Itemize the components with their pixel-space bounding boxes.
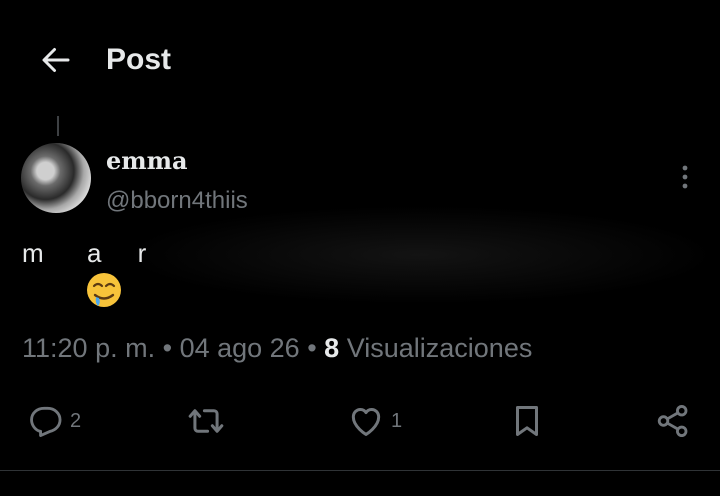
repost-icon [188,409,224,433]
action-bar: 2 1 [0,395,720,449]
like-icon [351,407,381,436]
author-name[interactable]: emma [106,146,188,175]
post-text: m a r [22,238,147,268]
header: Post [0,0,720,120]
back-arrow-icon [42,48,70,72]
more-vertical-icon [682,165,688,189]
share-button[interactable] [654,402,692,440]
reply-count: 2 [70,409,82,432]
reply-icon [30,406,62,437]
page-title: Post [106,43,172,76]
bookmark-button[interactable] [508,402,546,440]
views-label: Visualizaciones [346,333,533,363]
share-icon [657,405,688,437]
thread-line [57,116,59,136]
divider [0,470,720,471]
bookmark-icon [515,406,539,436]
post-date[interactable]: 04 ago 26 [180,333,300,363]
meta-separator: • [162,333,173,363]
meta-separator: • [307,333,317,363]
avatar[interactable] [21,143,91,213]
post-meta: 11:20 p. m. • 04 ago 26 • 8 Visualizacio… [22,333,532,364]
like-count: 1 [391,409,403,432]
drooling-face-icon [87,273,121,307]
views-count: 8 [324,333,340,363]
more-options-button[interactable] [668,160,702,194]
repost-button[interactable] [187,402,225,440]
author-handle[interactable]: @bborn4thiis [106,187,248,215]
post-time[interactable]: 11:20 p. m. [22,333,155,363]
back-button[interactable] [36,40,76,80]
reply-button[interactable]: 2 [26,402,81,440]
like-button[interactable]: 1 [347,402,402,440]
